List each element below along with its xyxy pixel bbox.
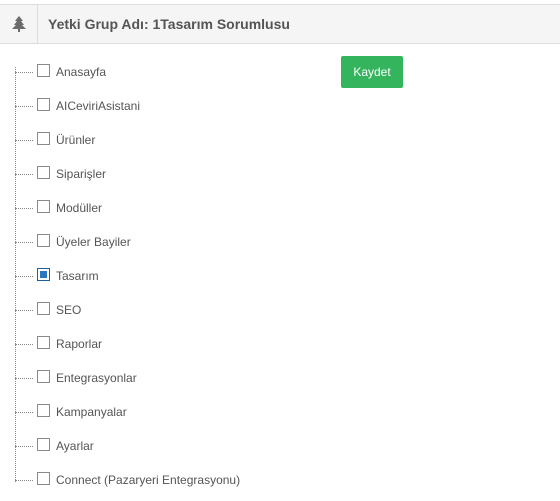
tree-item: Kampanyalar [0,402,330,422]
tree-item-label[interactable]: Modüller [56,198,102,218]
tree-item-label[interactable]: Raporlar [56,334,102,354]
tree-connector [15,344,33,345]
tree-connector [15,242,33,243]
tree-item: Siparişler [0,164,330,184]
tree-connector [15,310,33,311]
tree-item-checkbox[interactable] [37,438,50,451]
tree-item: Ayarlar [0,436,330,456]
tree-item-label[interactable]: Tasarım [56,266,99,286]
permission-tree: Anasayfa AICeviriAsistani Ürünler Siparişle… [0,55,340,495]
tree-item: Entegrasyonlar [0,368,330,388]
tree-item-checkbox[interactable] [37,404,50,417]
tree-item-label[interactable]: SEO [56,300,81,320]
tree-item-checkbox[interactable] [37,98,50,111]
tree-item-checkbox[interactable] [37,370,50,383]
tree-connector [15,412,33,413]
tree-item-checkbox[interactable] [37,472,50,485]
tree-connector [15,378,33,379]
tree-item-checkbox[interactable] [37,302,50,315]
tree-connector [15,208,33,209]
tree-item: AICeviriAsistani [0,96,330,116]
tree-item-checkbox[interactable] [37,200,50,213]
tree-item-label[interactable]: Entegrasyonlar [56,368,137,388]
header-icon-box[interactable] [0,5,38,43]
tree-item-label[interactable]: Ürünler [56,130,95,150]
tree-item-label[interactable]: Kampanyalar [56,402,127,422]
tree-connector [15,106,33,107]
tree-item: Anasayfa [0,62,330,82]
page-header: Yetki Grup Adı: 1Tasarım Sorumlusu [0,4,560,44]
tree-item-checkbox[interactable] [37,64,50,77]
tree-connector [15,140,33,141]
tree-connector [15,446,33,447]
tree-item-checkbox[interactable] [37,268,50,281]
tree-connector [15,276,33,277]
tree-item: Raporlar [0,334,330,354]
tree-item-checkbox[interactable] [37,166,50,179]
tree-connector [15,174,33,175]
page-title: Yetki Grup Adı: 1Tasarım Sorumlusu [48,16,290,32]
tree-connector [15,72,33,73]
tree-item-checkbox[interactable] [37,132,50,145]
tree-item: Modüller [0,198,330,218]
tree-item-label[interactable]: Siparişler [56,164,106,184]
tree-item-label[interactable]: Anasayfa [56,62,106,82]
save-button[interactable]: Kaydet [341,56,403,88]
tree-item-label[interactable]: Connect (Pazaryeri Entegrasyonu) [56,470,240,490]
tree-connector [15,480,33,481]
tree-icon [11,16,26,32]
tree-item-label[interactable]: AICeviriAsistani [56,96,140,116]
tree-item: Tasarım [0,266,330,286]
tree-item-checkbox[interactable] [37,234,50,247]
tree-item-label[interactable]: Ayarlar [56,436,94,456]
tree-item: Connect (Pazaryeri Entegrasyonu) [0,470,330,490]
tree-item: SEO [0,300,330,320]
tree-item-label[interactable]: Üyeler Bayiler [56,232,131,252]
tree-item: Üyeler Bayiler [0,232,330,252]
tree-item: Ürünler [0,130,330,150]
tree-item-checkbox[interactable] [37,336,50,349]
